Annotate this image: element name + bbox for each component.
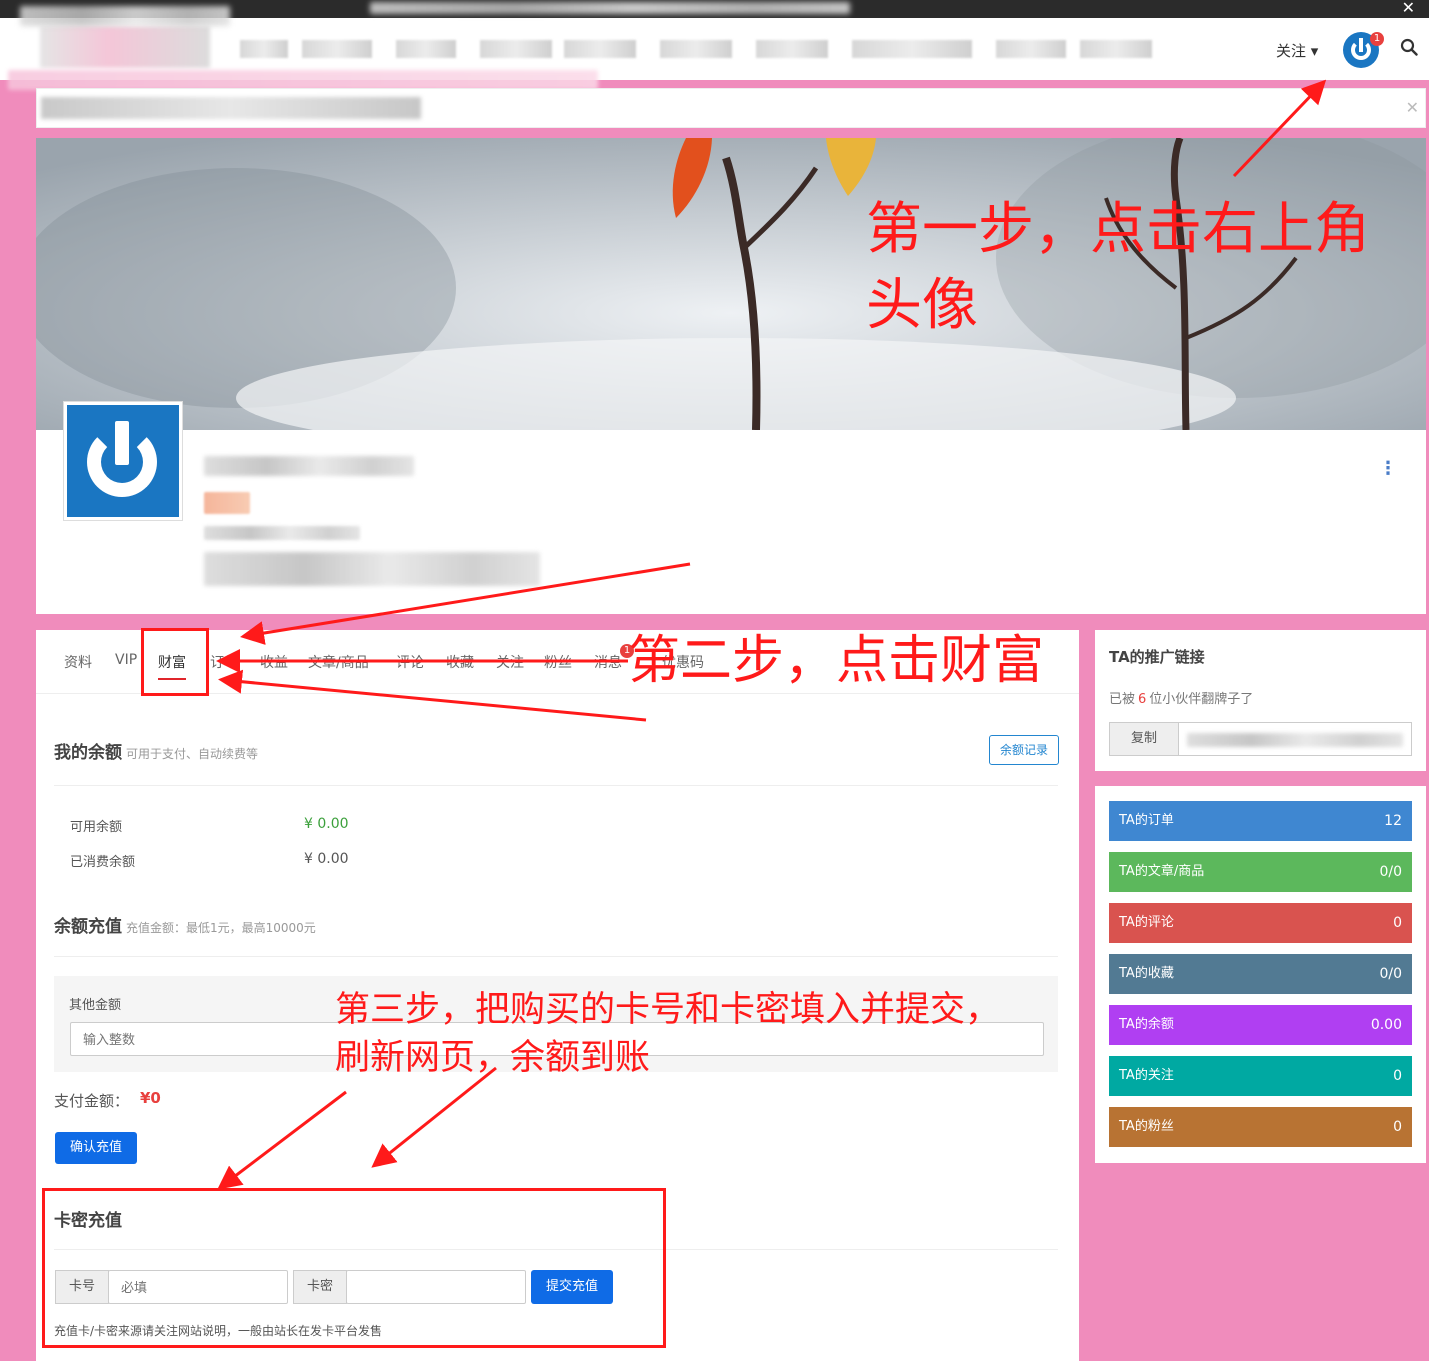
meta-blurred (204, 526, 360, 540)
promo-link-panel: TA的推广链接 已被 6 位小伙伴翻牌子了 复制 (1095, 630, 1426, 771)
tab-messages[interactable]: 消息 (594, 652, 622, 672)
pay-amount-label: 支付金额： (54, 1092, 130, 1110)
close-icon[interactable]: ✕ (1402, 0, 1415, 17)
highlight-box-wealth-tab (141, 628, 209, 696)
confirm-recharge-button[interactable]: 确认充值 (55, 1132, 137, 1164)
recharge-section-title: 余额充值 充值金额：最低1元，最高10000元 (54, 912, 316, 937)
tab-following[interactable]: 关注 (496, 652, 524, 672)
divider (54, 785, 1058, 786)
promo-text: 已被 6 位小伙伴翻牌子了 (1109, 688, 1253, 707)
promo-title: TA的推广链接 (1109, 648, 1205, 666)
nav-item-blurred[interactable] (660, 40, 732, 58)
stat-balance[interactable]: TA的余额 0.00 (1109, 1005, 1412, 1045)
nav-item-blurred[interactable] (852, 40, 972, 58)
stat-value: 0 (1393, 915, 1402, 931)
tab-comments[interactable]: 评论 (396, 652, 424, 672)
nav-item-blurred[interactable] (564, 40, 636, 58)
follow-dropdown[interactable]: 关注 ▾ (1276, 40, 1318, 61)
tab-profile[interactable]: 资料 (64, 652, 92, 672)
nav-item-blurred[interactable] (480, 40, 552, 58)
level-badge-blurred (204, 492, 250, 514)
site-logo-blurred (40, 26, 210, 68)
promo-text-post: 位小伙伴翻牌子了 (1149, 692, 1254, 707)
username-blurred (204, 456, 414, 476)
highlight-box-card-recharge (42, 1188, 666, 1348)
promo-link-blurred (1187, 733, 1403, 747)
blurred-region (20, 6, 230, 26)
consumed-balance-label: 已消费余额 (70, 855, 136, 870)
stat-following[interactable]: TA的关注 0 (1109, 1056, 1412, 1096)
annotation-step1-line1: 第一步，点击右上角 (866, 197, 1370, 262)
recharge-title: 余额充值 (54, 917, 122, 937)
stat-value: 0/0 (1379, 864, 1402, 880)
promo-count: 6 (1138, 692, 1147, 707)
nav-item-blurred[interactable] (756, 40, 828, 58)
notice-text-blurred (41, 97, 421, 119)
copy-button[interactable]: 复制 (1109, 722, 1179, 756)
nav-item-blurred[interactable] (240, 40, 288, 58)
stat-label: TA的关注 (1119, 1068, 1174, 1083)
stat-fans[interactable]: TA的粉丝 0 (1109, 1107, 1412, 1147)
profile-avatar[interactable] (64, 402, 182, 520)
nav-item-blurred[interactable] (396, 40, 456, 58)
tab-posts[interactable]: 文章/商品 (308, 652, 369, 672)
nav-item-blurred[interactable] (996, 40, 1066, 58)
tab-favorites[interactable]: 收藏 (446, 652, 474, 672)
tab-income[interactable]: 收益 (260, 652, 288, 672)
stat-value: 0 (1393, 1068, 1402, 1084)
annotation-step2: 第二步，点击财富 (628, 631, 1045, 691)
recharge-subtitle: 充值金额：最低1元，最高10000元 (126, 921, 316, 935)
nav-item-blurred[interactable] (302, 40, 372, 58)
annotation-step3-line1: 第三步，把购买的卡号和卡密填入并提交， (335, 990, 1001, 1030)
promo-link-field[interactable] (1178, 722, 1412, 756)
balance-title: 我的余额 (54, 743, 122, 763)
stat-label: TA的文章/商品 (1119, 864, 1205, 879)
stat-value: 0 (1393, 1119, 1402, 1135)
balance-section-title: 我的余额 可用于支付、自动续费等 (54, 738, 258, 763)
annotation-step3-line2: 刷新网页，余额到账 (335, 1038, 651, 1078)
profile-card (36, 430, 1426, 614)
stat-value: 0.00 (1370, 1017, 1402, 1033)
nav-item-blurred[interactable] (1080, 40, 1152, 58)
stat-label: TA的粉丝 (1119, 1119, 1174, 1134)
promo-text-pre: 已被 (1109, 692, 1136, 707)
available-balance-value: ¥ 0.00 (304, 816, 349, 832)
stat-label: TA的余额 (1119, 1017, 1174, 1032)
notification-badge: 1 (1370, 32, 1384, 46)
stat-comments[interactable]: TA的评论 0 (1109, 903, 1412, 943)
search-icon[interactable] (1400, 38, 1418, 56)
tab-fans[interactable]: 粉丝 (544, 652, 572, 672)
stat-favorites[interactable]: TA的收藏 0/0 (1109, 954, 1412, 994)
stats-panel: TA的订单 12 TA的文章/商品 0/0 TA的评论 0 TA的收藏 0/0 TA的余… (1095, 786, 1426, 1163)
balance-records-button[interactable]: 余额记录 (989, 735, 1059, 765)
bio-blurred (204, 552, 540, 586)
consumed-balance-value: ¥ 0.00 (304, 851, 349, 867)
stat-label: TA的评论 (1119, 915, 1174, 930)
stat-label: TA的订单 (1119, 813, 1174, 828)
stat-label: TA的收藏 (1119, 966, 1174, 981)
stat-value: 12 (1384, 813, 1402, 829)
stat-orders[interactable]: TA的订单 12 (1109, 801, 1412, 841)
tab-vip[interactable]: VIP (115, 652, 137, 668)
available-balance-label: 可用余额 (70, 820, 123, 835)
annotation-step3: 第三步，把购买的卡号和卡密填入并提交， 刷新网页，余额到账 (335, 986, 1000, 1082)
blurred-region (8, 70, 598, 90)
annotation-step1: 第一步，点击右上角 头像 (866, 192, 1370, 344)
other-amount-label: 其他金额 (69, 998, 122, 1013)
close-icon[interactable]: ✕ (1406, 98, 1419, 117)
notice-bar: ✕ (36, 88, 1426, 128)
divider (54, 956, 1058, 957)
balance-subtitle: 可用于支付、自动续费等 (126, 747, 259, 761)
more-options-icon[interactable]: ⋮ (1379, 458, 1397, 479)
tab-orders[interactable]: 订单 (210, 652, 238, 672)
annotation-step1-line2: 头像 (866, 273, 978, 338)
blurred-region (370, 2, 850, 14)
stat-posts[interactable]: TA的文章/商品 0/0 (1109, 852, 1412, 892)
stat-value: 0/0 (1379, 966, 1402, 982)
pay-amount-value: ¥0 (140, 1089, 161, 1107)
